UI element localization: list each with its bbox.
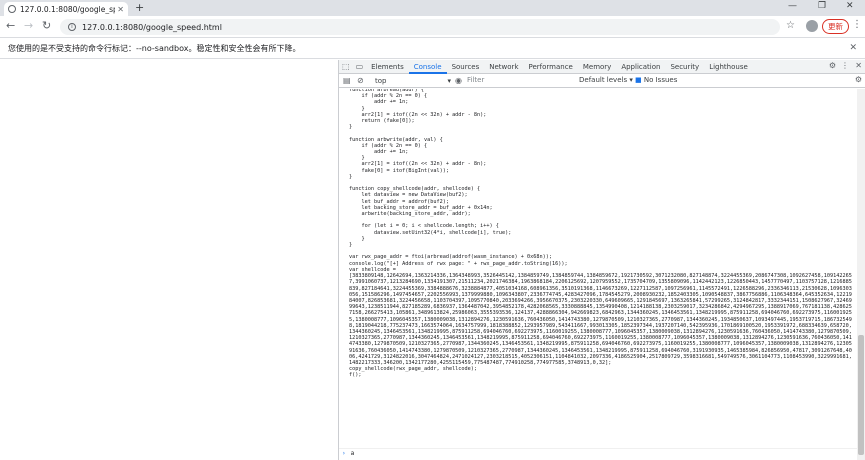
reload-icon[interactable]: ↻ xyxy=(42,19,51,32)
console-output: function arbread(addr) { if (addr % 2n =… xyxy=(339,89,857,460)
clear-console-icon[interactable]: ⊘ xyxy=(357,76,364,85)
devtools-tabbar: ⬚ ▭ Elements Console Sources Network Per… xyxy=(339,60,865,74)
tab-memory[interactable]: Memory xyxy=(578,60,616,74)
browser-toolbar: ← → ↻ i 127.0.0.1:8080/google_speed.html… xyxy=(0,16,865,38)
console-filter-bar: ▤ ⊘ top ▾ ◉ Filter Default levels ▾ ■ No… xyxy=(339,74,865,88)
new-tab-icon[interactable]: + xyxy=(135,1,144,14)
close-devtools-icon[interactable]: ✕ xyxy=(855,61,862,70)
warning-infobar: 您使用的是不受支持的命令行标记：--no-sandbox。稳定性和安全性会有所下… xyxy=(0,39,865,59)
console-scrollbar[interactable] xyxy=(857,89,865,460)
tab-sources[interactable]: Sources xyxy=(447,60,485,74)
context-label: top xyxy=(375,76,387,85)
context-selector[interactable]: top ▾ xyxy=(375,77,451,85)
close-infobar-icon[interactable]: ✕ xyxy=(849,43,857,53)
page-content xyxy=(0,60,338,460)
eye-icon[interactable]: ◉ xyxy=(455,76,462,85)
console-prompt[interactable]: › a xyxy=(339,448,857,457)
device-toolbar-icon[interactable]: ▭ xyxy=(356,62,364,71)
globe-icon xyxy=(8,5,16,13)
minimize-icon[interactable]: — xyxy=(788,1,797,11)
address-bar[interactable]: i 127.0.0.1:8080/google_speed.html xyxy=(60,19,780,35)
tab-lighthouse[interactable]: Lighthouse xyxy=(704,60,753,74)
prompt-chevron-icon: › xyxy=(342,449,346,457)
browser-tab[interactable]: 127.0.0.1:8080/google_speed ✕ xyxy=(4,2,128,16)
tab-console[interactable]: Console xyxy=(408,60,447,74)
console-settings-icon[interactable]: ⚙ xyxy=(855,75,862,84)
settings-gear-icon[interactable]: ⚙ xyxy=(829,61,836,70)
issues-icon: ■ xyxy=(635,76,642,84)
sidebar-toggle-icon[interactable]: ▤ xyxy=(343,76,351,85)
close-window-icon[interactable]: ✕ xyxy=(846,1,854,11)
tab-strip: 127.0.0.1:8080/google_speed ✕ + — ❐ ✕ xyxy=(0,0,865,16)
levels-dropdown[interactable]: Default levels ▾ xyxy=(579,76,633,84)
chevron-down-icon: ▾ xyxy=(447,76,451,85)
tab-elements[interactable]: Elements xyxy=(366,60,409,74)
tab-title: 127.0.0.1:8080/google_speed xyxy=(20,4,115,14)
shellcode-array: [3833809148,12642694,1363214336,13643489… xyxy=(349,273,852,366)
profile-avatar[interactable] xyxy=(806,20,818,32)
devtools-panel: ⬚ ▭ Elements Console Sources Network Per… xyxy=(338,60,865,460)
forward-icon[interactable]: → xyxy=(24,19,33,32)
back-icon[interactable]: ← xyxy=(6,19,15,32)
close-tab-icon[interactable]: ✕ xyxy=(117,5,124,14)
tab-performance[interactable]: Performance xyxy=(524,60,578,74)
inspect-icon[interactable]: ⬚ xyxy=(342,62,350,71)
tab-security[interactable]: Security xyxy=(665,60,704,74)
issues-badge[interactable]: ■ No Issues xyxy=(635,76,677,84)
devtools-menu-icon[interactable]: ⋮ xyxy=(841,61,849,70)
filter-input[interactable]: Filter xyxy=(467,76,567,86)
update-button[interactable]: 更新 xyxy=(822,19,849,34)
restore-icon[interactable]: ❐ xyxy=(818,1,826,11)
tab-application[interactable]: Application xyxy=(616,60,665,74)
issues-label: No Issues xyxy=(643,76,678,84)
url-text: 127.0.0.1:8080/google_speed.html xyxy=(82,22,222,32)
scrollbar-thumb[interactable] xyxy=(858,335,864,455)
console-code: function arbread(addr) { if (addr % 2n =… xyxy=(349,89,568,273)
more-menu-icon[interactable]: ⋮ xyxy=(852,19,862,30)
tab-network[interactable]: Network xyxy=(484,60,523,74)
console-tail: copy_shellcode(rwx_page_addr, shellcode)… xyxy=(349,366,478,379)
infobar-text: 您使用的是不受支持的命令行标记：--no-sandbox。稳定性和安全性会有所下… xyxy=(8,44,301,53)
bookmark-star-icon[interactable]: ☆ xyxy=(786,20,795,31)
info-icon[interactable]: i xyxy=(68,23,76,31)
prompt-input[interactable]: a xyxy=(351,450,355,457)
